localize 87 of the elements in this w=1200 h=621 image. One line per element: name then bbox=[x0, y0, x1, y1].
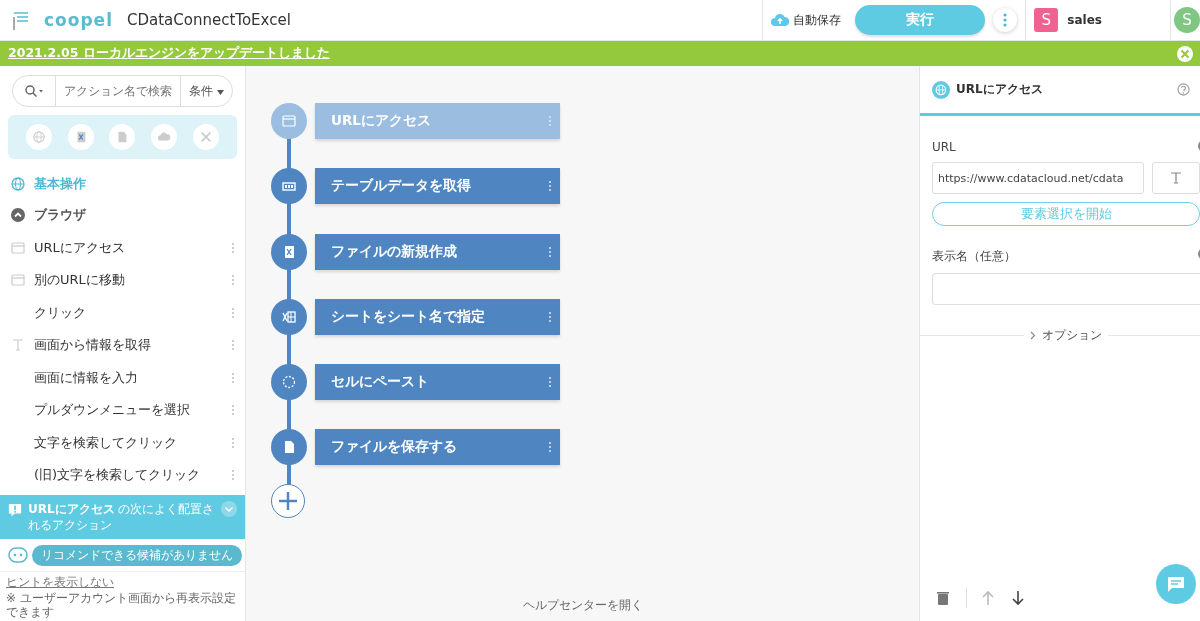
more-icon[interactable] bbox=[231, 306, 235, 319]
more-icon[interactable] bbox=[548, 180, 552, 193]
window-icon bbox=[10, 239, 26, 256]
more-icon[interactable] bbox=[548, 441, 552, 454]
more-icon[interactable] bbox=[231, 274, 235, 287]
action-item[interactable]: (旧)文字を検索してクリック bbox=[34, 466, 231, 485]
step-node[interactable] bbox=[271, 298, 307, 335]
more-icon[interactable] bbox=[231, 371, 235, 384]
globe-icon bbox=[31, 130, 46, 144]
action-item[interactable]: プルダウンメニューを選択 bbox=[34, 401, 231, 420]
help-center-link[interactable]: ヘルプセンターを開く bbox=[522, 598, 643, 612]
more-button[interactable] bbox=[993, 8, 1018, 32]
more-icon[interactable] bbox=[231, 404, 235, 417]
chevron-icon bbox=[1030, 331, 1036, 340]
more-icon[interactable] bbox=[548, 245, 552, 258]
chat-icon bbox=[1167, 575, 1185, 593]
collapse-icon[interactable] bbox=[10, 207, 26, 224]
hint-title: URLにアクセス の次によく配置されるアクション bbox=[28, 500, 215, 533]
window-icon bbox=[281, 113, 297, 129]
more-icon[interactable] bbox=[231, 436, 235, 449]
url-label: URL bbox=[932, 140, 956, 154]
action-step[interactable]: セルにペースト bbox=[315, 364, 560, 401]
user-name: sales bbox=[1067, 13, 1102, 27]
more-icon[interactable] bbox=[548, 115, 552, 127]
caret-icon bbox=[217, 89, 224, 95]
step-node[interactable] bbox=[271, 364, 307, 401]
action-step[interactable]: テーブルデータを取得 bbox=[315, 168, 560, 205]
close-icon[interactable] bbox=[1176, 44, 1194, 63]
action-step[interactable]: ファイルの新規作成 bbox=[315, 233, 560, 270]
display-name-field[interactable] bbox=[932, 273, 1200, 305]
url-field[interactable]: https://www.cdatacloud.net/cdata bbox=[932, 162, 1144, 194]
step-node[interactable] bbox=[271, 103, 307, 139]
alert-icon bbox=[8, 502, 22, 517]
menu-icon[interactable] bbox=[12, 9, 30, 31]
plus-icon bbox=[278, 490, 298, 511]
more-icon bbox=[1003, 13, 1008, 27]
hide-hints-link[interactable]: ヒントを表示しない bbox=[6, 574, 245, 591]
autosave-label: 自動保存 bbox=[793, 11, 842, 29]
dotted-circle-icon bbox=[281, 374, 297, 391]
action-item[interactable]: URLにアクセス bbox=[34, 238, 231, 257]
action-step[interactable]: ファイルを保存する bbox=[315, 429, 560, 466]
text-icon bbox=[10, 337, 26, 354]
sheet-icon bbox=[281, 308, 297, 325]
tools-icon bbox=[199, 130, 214, 144]
category-button[interactable] bbox=[151, 124, 178, 150]
hint-note: ※ ユーザーアカウント画面から再表示設定できます bbox=[6, 591, 237, 621]
category-button[interactable] bbox=[193, 124, 220, 150]
cloud-icon bbox=[157, 130, 172, 144]
action-item[interactable]: 文字を検索してクリック bbox=[34, 433, 231, 452]
chat-button[interactable] bbox=[1156, 564, 1196, 604]
help-icon[interactable] bbox=[1177, 83, 1190, 96]
more-icon[interactable] bbox=[231, 469, 235, 482]
project-title: CDataConnectToExcel bbox=[126, 11, 292, 29]
step-node[interactable] bbox=[271, 168, 307, 205]
add-step-button[interactable] bbox=[271, 483, 305, 518]
recommendation-message: リコメンドできる候補がありません bbox=[32, 544, 242, 566]
more-icon[interactable] bbox=[548, 310, 552, 323]
section-label: 基本操作 bbox=[34, 175, 87, 193]
globe-icon bbox=[932, 80, 950, 99]
move-down-icon[interactable] bbox=[1011, 590, 1027, 606]
window-icon bbox=[10, 272, 26, 289]
panel-title: URLにアクセス bbox=[956, 81, 1044, 98]
category-button[interactable] bbox=[67, 124, 94, 150]
action-item[interactable]: 別のURLに移動 bbox=[34, 271, 231, 290]
logo: coopel bbox=[44, 10, 113, 30]
action-item[interactable]: 画面に情報を入力 bbox=[34, 368, 231, 387]
more-icon[interactable] bbox=[231, 241, 235, 254]
search-icon[interactable] bbox=[24, 84, 44, 98]
more-icon[interactable] bbox=[548, 376, 552, 389]
more-icon[interactable] bbox=[231, 339, 235, 352]
options-toggle[interactable]: オプション bbox=[1042, 327, 1102, 344]
step-node[interactable] bbox=[271, 233, 307, 270]
category-button[interactable] bbox=[25, 124, 52, 150]
text-mode-button[interactable] bbox=[1152, 162, 1200, 194]
step-node[interactable] bbox=[271, 429, 307, 466]
category-button[interactable] bbox=[109, 124, 136, 150]
action-step[interactable]: シートをシート名で指定 bbox=[315, 298, 560, 335]
text-icon bbox=[1168, 170, 1184, 186]
cloud-upload-icon bbox=[771, 13, 790, 27]
action-item[interactable]: 画面から情報を取得 bbox=[34, 336, 231, 355]
robot-face-icon bbox=[8, 546, 30, 564]
filter-dropdown[interactable]: 条件 bbox=[180, 76, 232, 106]
display-name-label: 表示名（任意） bbox=[932, 248, 1016, 265]
group-label[interactable]: ブラウザ bbox=[34, 206, 235, 225]
delete-icon[interactable] bbox=[936, 590, 952, 606]
globe-icon bbox=[10, 176, 26, 192]
action-item[interactable]: クリック bbox=[34, 303, 231, 322]
